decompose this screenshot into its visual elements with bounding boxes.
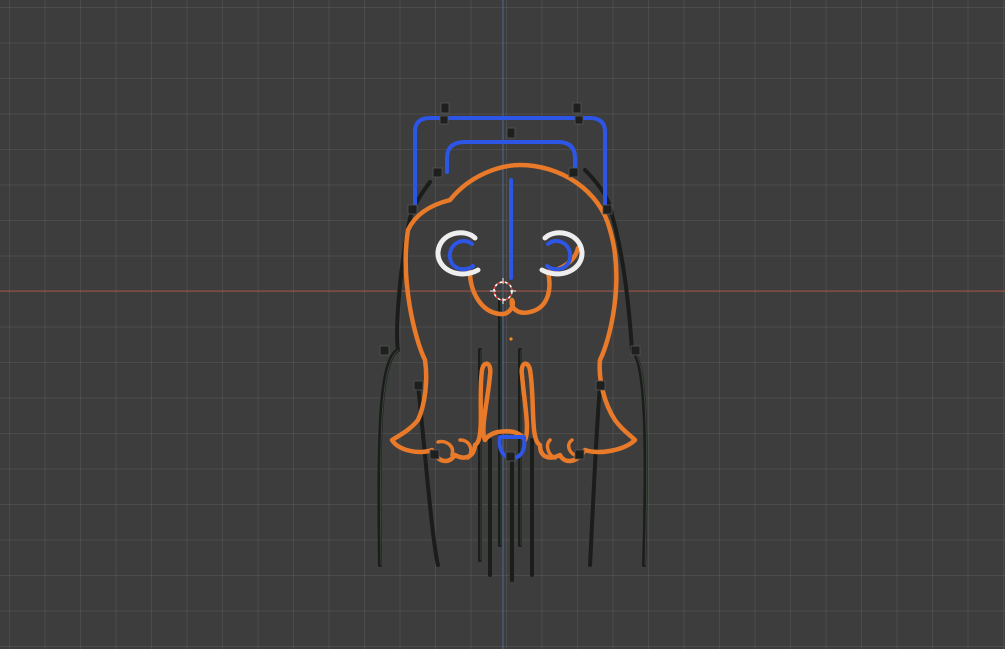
origin-point-icon	[509, 337, 513, 341]
viewport-canvas	[0, 0, 1005, 649]
neon-sign-model[interactable]	[377, 102, 648, 582]
left-eye	[435, 230, 481, 277]
3d-viewport[interactable]	[0, 0, 1005, 649]
